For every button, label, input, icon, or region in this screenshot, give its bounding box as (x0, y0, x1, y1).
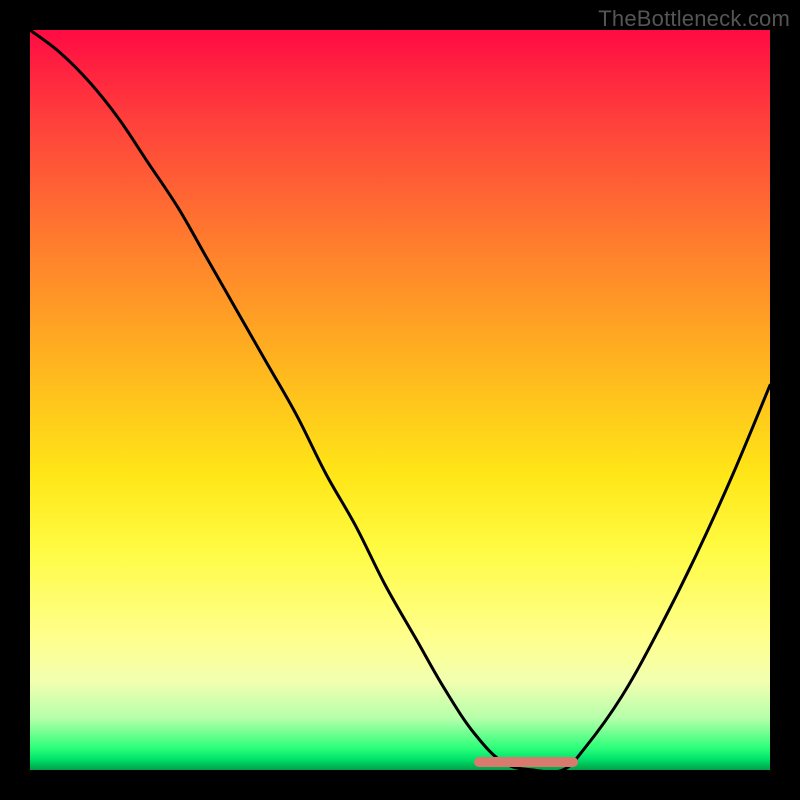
tolerance-bar (474, 757, 578, 767)
bottleneck-curve (30, 30, 770, 770)
chart-stage: TheBottleneck.com (0, 0, 800, 800)
attribution-text: TheBottleneck.com (598, 6, 790, 32)
curve-path (30, 30, 770, 770)
plot-area (30, 30, 770, 770)
